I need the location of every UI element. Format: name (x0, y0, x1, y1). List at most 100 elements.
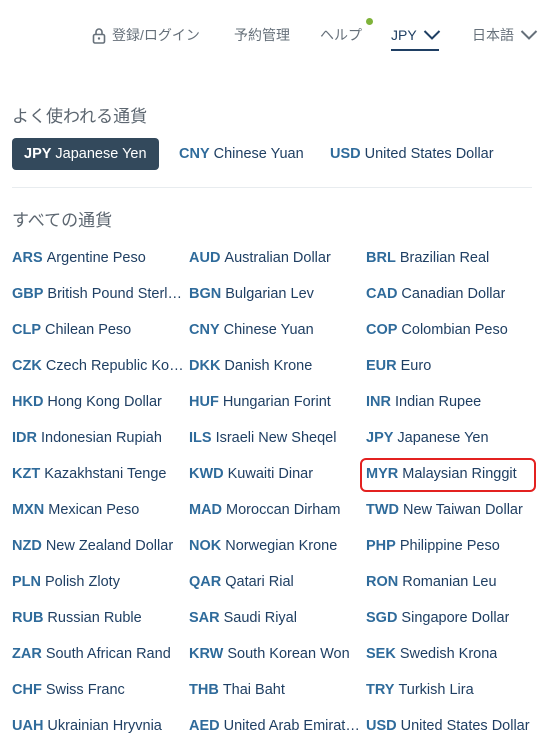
currency-item-czk[interactable]: CZK Czech Republic Koruna (12, 348, 184, 384)
active-underline (391, 49, 439, 51)
lock-icon (92, 27, 106, 44)
favorite-currency-cny[interactable]: CNY Chinese Yuan (179, 138, 304, 170)
currency-item-try[interactable]: TRY Turkish Lira (366, 672, 536, 708)
currency-item-ils[interactable]: ILS Israeli New Sheqel (189, 420, 361, 456)
currency-item-cad[interactable]: CAD Canadian Dollar (366, 276, 536, 312)
chevron-down-icon (520, 29, 538, 41)
currency-name: Chilean Peso (45, 322, 132, 338)
currency-code: TWD (366, 502, 400, 518)
currency-name: United States Dollar (364, 146, 494, 162)
currency-item-aud[interactable]: AUD Australian Dollar (189, 240, 361, 276)
currency-code: KRW (189, 646, 224, 662)
currency-code: ILS (189, 430, 212, 446)
all-currencies-title: すべての通貨 (12, 211, 113, 230)
currency-name: Philippine Peso (399, 538, 500, 554)
currency-item-huf[interactable]: HUF Hungarian Forint (189, 384, 361, 420)
currency-code: MAD (189, 502, 223, 518)
currency-name: Danish Krone (224, 358, 313, 374)
chevron-down-icon (423, 29, 441, 41)
currency-code: HUF (189, 394, 219, 410)
currency-name: Qatari Rial (225, 574, 294, 590)
currency-selector[interactable]: JPY (391, 24, 441, 51)
currency-name: Euro (400, 358, 432, 374)
currency-name: Swedish Krona (399, 646, 498, 662)
currency-code: CNY (189, 322, 220, 338)
currency-name: Norwegian Krone (225, 538, 338, 554)
currency-item-idr[interactable]: IDR Indonesian Rupiah (12, 420, 184, 456)
currency-code: IDR (12, 430, 37, 446)
currency-code: ZAR (12, 646, 42, 662)
currency-code: ARS (12, 250, 43, 266)
currency-code: PHP (366, 538, 396, 554)
currency-item-jpy[interactable]: JPY Japanese Yen (366, 420, 536, 456)
help-label: ヘルプ (320, 27, 362, 43)
currency-name: South African Rand (45, 646, 171, 662)
currency-item-aed[interactable]: AEDUnited Arab Emirates Dirham (189, 708, 361, 744)
currency-code: UAH (12, 718, 44, 734)
currency-item-twd[interactable]: TWD New Taiwan Dollar (366, 492, 536, 528)
language-label: 日本語 (472, 27, 514, 43)
currency-code: EUR (366, 358, 397, 374)
help-link[interactable]: ヘルプ (320, 24, 362, 46)
currency-item-nok[interactable]: NOK Norwegian Krone (189, 528, 361, 564)
currency-item-mxn[interactable]: MXN Mexican Peso (12, 492, 184, 528)
currency-item-chf[interactable]: CHF Swiss Franc (12, 672, 184, 708)
currency-item-hkd[interactable]: HKD Hong Kong Dollar (12, 384, 184, 420)
currency-code: BGN (189, 286, 222, 302)
currency-code: KZT (12, 466, 41, 482)
top-navigation: 登録/ログイン 予約管理 ヘルプ JPY 日本語 (0, 0, 550, 70)
currency-item-ars[interactable]: ARS Argentine Peso (12, 240, 184, 276)
currency-item-pln[interactable]: PLN Polish Zloty (12, 564, 184, 600)
favorite-currency-usd[interactable]: USD United States Dollar (330, 138, 494, 170)
currency-code: SEK (366, 646, 396, 662)
notification-dot (366, 18, 373, 25)
currency-item-eur[interactable]: EUR Euro (366, 348, 536, 384)
currency-item-kwd[interactable]: KWD Kuwaiti Dinar (189, 456, 361, 492)
currency-item-zar[interactable]: ZAR South African Rand (12, 636, 184, 672)
currency-item-php[interactable]: PHP Philippine Peso (366, 528, 536, 564)
currency-item-inr[interactable]: INR Indian Rupee (366, 384, 536, 420)
currency-item-gbp[interactable]: GBP British Pound Sterling (12, 276, 184, 312)
currency-code: TRY (366, 682, 395, 698)
currency-item-sek[interactable]: SEK Swedish Krona (366, 636, 536, 672)
currency-name: Romanian Leu (402, 574, 497, 590)
currency-item-brl[interactable]: BRL Brazilian Real (366, 240, 536, 276)
currency-name: Canadian Dollar (401, 286, 506, 302)
currency-code: NZD (12, 538, 42, 554)
currency-code: INR (366, 394, 391, 410)
currency-item-mad[interactable]: MAD Moroccan Dirham (189, 492, 361, 528)
language-selector[interactable]: 日本語 (472, 24, 538, 46)
currency-item-cny[interactable]: CNY Chinese Yuan (189, 312, 361, 348)
currency-code: AUD (189, 250, 221, 266)
currency-code: KWD (189, 466, 224, 482)
currency-name: Thai Baht (222, 682, 285, 698)
currency-item-bgn[interactable]: BGN Bulgarian Lev (189, 276, 361, 312)
currency-name: Chinese Yuan (223, 322, 314, 338)
currency-name: Turkish Lira (398, 682, 474, 698)
currency-name: Australian Dollar (224, 250, 331, 266)
currency-item-qar[interactable]: QAR Qatari Rial (189, 564, 361, 600)
currency-item-dkk[interactable]: DKK Danish Krone (189, 348, 361, 384)
section-divider (12, 187, 532, 188)
currency-item-rub[interactable]: RUB Russian Ruble (12, 600, 184, 636)
currency-item-ron[interactable]: RON Romanian Leu (366, 564, 536, 600)
currency-name: Kazakhstani Tenge (44, 466, 167, 482)
currency-item-kzt[interactable]: KZT Kazakhstani Tenge (12, 456, 184, 492)
favorite-currency-jpy[interactable]: JPY Japanese Yen (12, 138, 159, 170)
currency-item-nzd[interactable]: NZD New Zealand Dollar (12, 528, 184, 564)
currency-item-sar[interactable]: SAR Saudi Riyal (189, 600, 361, 636)
currency-item-cop[interactable]: COP Colombian Peso (366, 312, 536, 348)
currency-item-thb[interactable]: THB Thai Baht (189, 672, 361, 708)
currency-name: Singapore Dollar (401, 610, 510, 626)
currency-item-usd[interactable]: USD United States Dollar (366, 708, 536, 744)
currency-item-krw[interactable]: KRW South Korean Won (189, 636, 361, 672)
login-link[interactable]: 登録/ログイン (92, 24, 200, 46)
reservations-link[interactable]: 予約管理 (234, 24, 290, 46)
currency-code: USD (330, 146, 361, 162)
currency-item-sgd[interactable]: SGD Singapore Dollar (366, 600, 536, 636)
currency-name: Hungarian Forint (222, 394, 331, 410)
currency-item-clp[interactable]: CLP Chilean Peso (12, 312, 184, 348)
currency-item-uah[interactable]: UAH Ukrainian Hryvnia (12, 708, 184, 744)
currency-code: THB (189, 682, 219, 698)
currency-code: SAR (189, 610, 220, 626)
